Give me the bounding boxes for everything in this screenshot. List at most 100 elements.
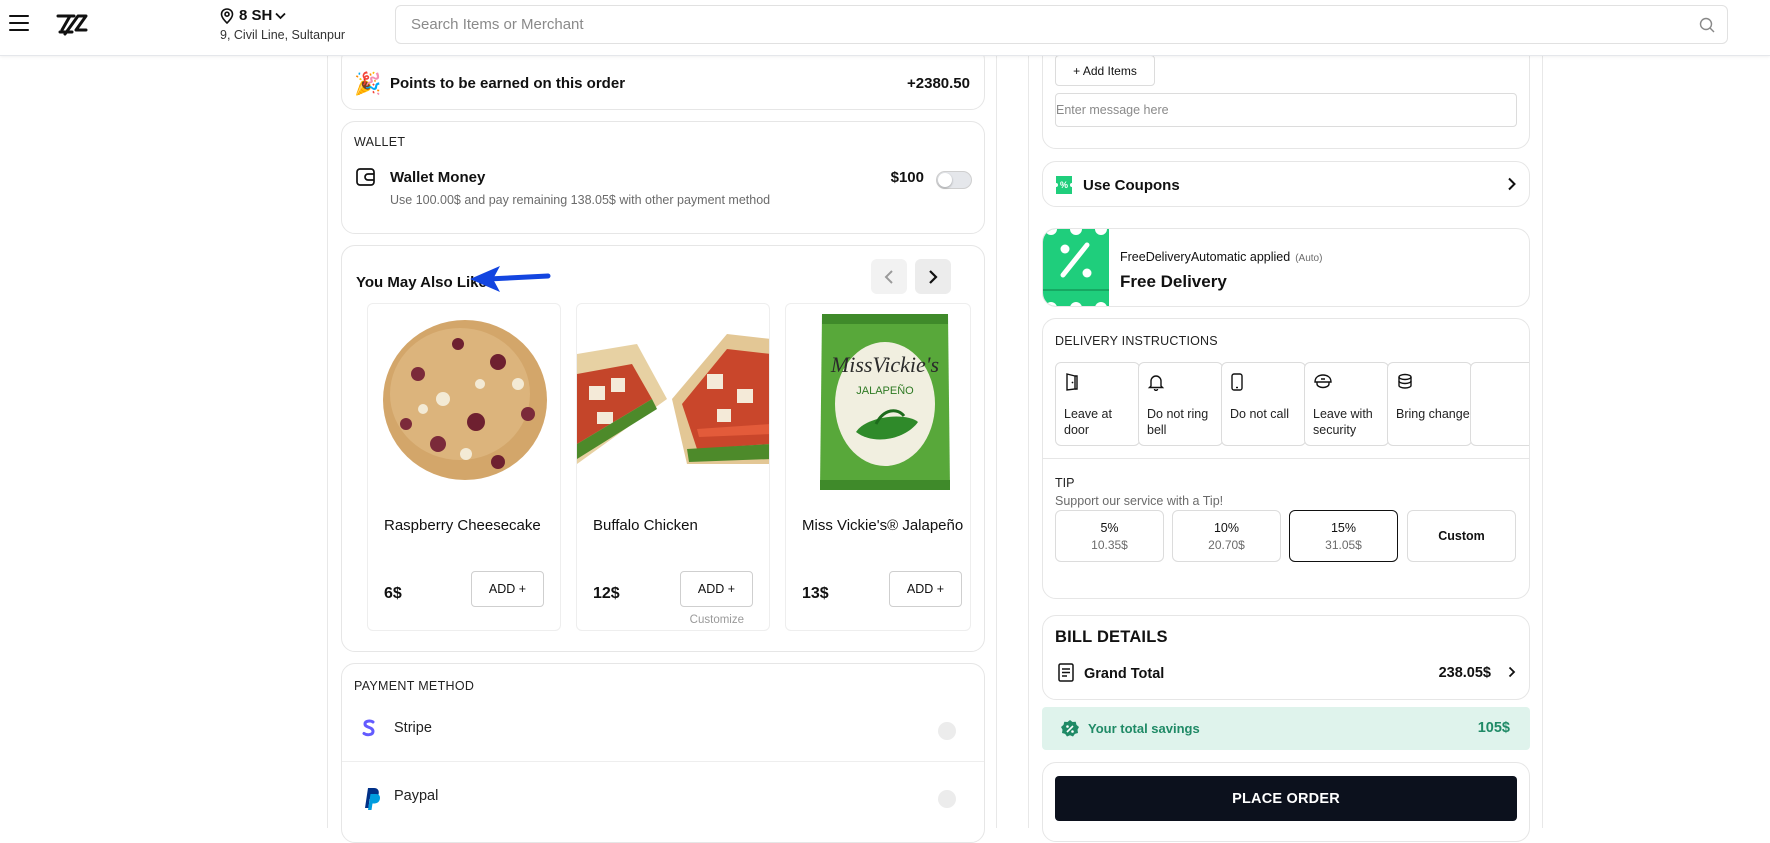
chevron-down-icon bbox=[275, 12, 286, 19]
product-name: Raspberry Cheesecake bbox=[384, 517, 541, 534]
product-price: 12$ bbox=[593, 585, 620, 602]
product-price: 13$ bbox=[802, 585, 829, 602]
wallet-icon bbox=[356, 168, 375, 186]
free-delivery-card: FreeDeliveryAutomatic applied (Auto) Free… bbox=[1042, 228, 1530, 307]
chip-flavor-text: JALAPEÑO bbox=[856, 384, 914, 397]
free-delivery-applied-text: FreeDeliveryAutomatic applied bbox=[1120, 250, 1291, 264]
wallet-subtitle: Use 100.00$ and pay remaining 138.05$ wi… bbox=[390, 193, 771, 207]
tip-custom-label: Custom bbox=[1438, 529, 1485, 543]
wallet-amount: $100 bbox=[890, 169, 924, 186]
chevron-right-icon[interactable] bbox=[1508, 666, 1516, 678]
payment-radio[interactable] bbox=[938, 722, 956, 740]
product-card[interactable]: MissVickie's JALAPEÑO Miss Vickie's® Jal… bbox=[785, 303, 971, 631]
delivery-option-leave-at-door[interactable]: Leave at door bbox=[1055, 362, 1140, 446]
svg-text:%: % bbox=[1060, 180, 1068, 190]
place-order-button[interactable]: PLACE ORDER bbox=[1055, 776, 1517, 821]
wallet-toggle[interactable] bbox=[936, 171, 972, 189]
payment-option-paypal[interactable]: Paypal bbox=[342, 761, 984, 829]
delivery-section-title: DELIVERY INSTRUCTIONS bbox=[1055, 334, 1218, 348]
you-may-also-like-card: You May Also Like Raspberry Cheesecake 6… bbox=[341, 245, 985, 652]
stripe-icon bbox=[362, 719, 375, 737]
payment-method-card: PAYMENT METHOD Stripe Paypal bbox=[341, 663, 985, 843]
add-to-cart-button[interactable]: ADD + bbox=[471, 571, 544, 607]
total-savings-label: Your total savings bbox=[1088, 721, 1200, 736]
tip-subtitle: Support our service with a Tip! bbox=[1055, 494, 1224, 508]
receipt-icon bbox=[1058, 663, 1074, 682]
tip-option-15[interactable]: 15% 31.05$ bbox=[1289, 510, 1398, 562]
grand-total-label: Grand Total bbox=[1084, 666, 1165, 682]
delivery-option-bring-change[interactable]: Bring change bbox=[1387, 362, 1472, 446]
location-selector[interactable]: 8 SH 9, Civil Line, Sultanpur bbox=[220, 7, 345, 42]
tip-option-5[interactable]: 5% 10.35$ bbox=[1055, 510, 1164, 562]
location-address: 9, Civil Line, Sultanpur bbox=[220, 28, 346, 42]
points-value: +2380.50 bbox=[907, 75, 970, 92]
delivery-option-label: Do not ring bell bbox=[1147, 407, 1209, 437]
payment-option-label: Paypal bbox=[394, 788, 439, 804]
bell-icon bbox=[1147, 375, 1165, 391]
left-column: 🎉 Points to be earned on this order +238… bbox=[327, 46, 997, 843]
tip-amount: 20.70$ bbox=[1208, 537, 1245, 552]
product-card[interactable]: Buffalo Chicken 12$ ADD + Customize bbox=[576, 303, 770, 631]
delivery-option-label: Leave at door bbox=[1064, 407, 1112, 437]
payment-radio[interactable] bbox=[938, 790, 956, 808]
delivery-option-do-not-ring-bell[interactable]: Do not ring bell bbox=[1138, 362, 1223, 446]
location-pin-icon bbox=[220, 7, 234, 24]
tip-percent: 10% bbox=[1213, 520, 1240, 535]
buffalo-chicken-wrap-image bbox=[577, 334, 769, 464]
annotation-arrow-icon bbox=[470, 266, 551, 292]
hamburger-menu-icon[interactable] bbox=[9, 15, 29, 31]
wallet-title: Wallet Money bbox=[390, 169, 486, 186]
customize-link[interactable]: Customize bbox=[690, 614, 744, 626]
payment-option-stripe[interactable]: Stripe bbox=[342, 694, 984, 762]
grand-total-value: 238.05$ bbox=[1438, 665, 1491, 681]
auto-tag: (Auto) bbox=[1295, 253, 1323, 264]
toggle-knob bbox=[938, 173, 952, 187]
search-icon[interactable] bbox=[1699, 17, 1715, 33]
paypal-icon bbox=[365, 788, 381, 810]
brand-logo[interactable] bbox=[56, 12, 88, 43]
product-card[interactable]: Raspberry Cheesecake 6$ ADD + bbox=[367, 303, 561, 631]
discount-badge-icon bbox=[1043, 229, 1109, 306]
chips-bag-image: MissVickie's JALAPEÑO bbox=[820, 314, 950, 490]
delivery-option-leave-with-security[interactable]: Leave with security bbox=[1304, 362, 1389, 446]
delivery-option-do-not-call[interactable]: Do not call bbox=[1221, 362, 1306, 446]
tip-percent: 5% bbox=[1100, 520, 1119, 535]
right-column: + Add Items % Use Coupons FreeDeliveryAu… bbox=[1028, 36, 1543, 842]
payment-option-label: Stripe bbox=[394, 720, 432, 736]
door-icon bbox=[1066, 373, 1078, 391]
bill-details-card: BILL DETAILS Grand Total 238.05$ bbox=[1042, 615, 1530, 700]
add-items-button[interactable]: + Add Items bbox=[1055, 55, 1155, 86]
tip-percent: 15% bbox=[1330, 520, 1357, 535]
carousel-next-button[interactable] bbox=[915, 259, 951, 294]
free-delivery-applied: FreeDeliveryAutomatic applied (Auto) bbox=[1120, 250, 1322, 264]
chevron-right-icon bbox=[929, 269, 938, 284]
delivery-option-label: Leave with security bbox=[1313, 407, 1373, 437]
guard-icon bbox=[1314, 374, 1332, 389]
phone-icon bbox=[1231, 373, 1243, 391]
payment-section-title: PAYMENT METHOD bbox=[354, 679, 475, 693]
delivery-instructions-card: DELIVERY INSTRUCTIONS Leave at door Do n… bbox=[1042, 318, 1530, 599]
tip-option-10[interactable]: 10% 20.70$ bbox=[1172, 510, 1281, 562]
use-coupons-row[interactable]: % Use Coupons bbox=[1042, 161, 1530, 207]
search-input[interactable] bbox=[396, 6, 1666, 43]
delivery-option-more[interactable] bbox=[1470, 362, 1529, 446]
top-header: 8 SH 9, Civil Line, Sultanpur bbox=[0, 0, 1770, 56]
location-title: 8 SH bbox=[239, 7, 273, 24]
product-price: 6$ bbox=[384, 585, 402, 602]
cookie-image bbox=[383, 320, 547, 480]
wallet-section-title: WALLET bbox=[354, 135, 406, 149]
wallet-card: WALLET Wallet Money Use 100.00$ and pay … bbox=[341, 121, 985, 234]
tip-amount: 10.35$ bbox=[1091, 537, 1128, 552]
use-coupons-label: Use Coupons bbox=[1083, 177, 1180, 194]
free-delivery-title: Free Delivery bbox=[1120, 272, 1227, 291]
tip-section-title: TIP bbox=[1055, 476, 1075, 490]
add-to-cart-button[interactable]: ADD + bbox=[680, 571, 753, 607]
add-to-cart-button[interactable]: ADD + bbox=[889, 571, 962, 607]
tip-amount: 31.05$ bbox=[1325, 537, 1362, 552]
message-input[interactable] bbox=[1055, 93, 1517, 127]
product-name: Buffalo Chicken bbox=[593, 517, 698, 534]
search-bar bbox=[395, 5, 1728, 44]
carousel-prev-button[interactable] bbox=[871, 259, 907, 294]
tip-option-custom[interactable]: Custom bbox=[1407, 510, 1516, 562]
chip-brand-text: MissVickie's bbox=[830, 352, 939, 377]
